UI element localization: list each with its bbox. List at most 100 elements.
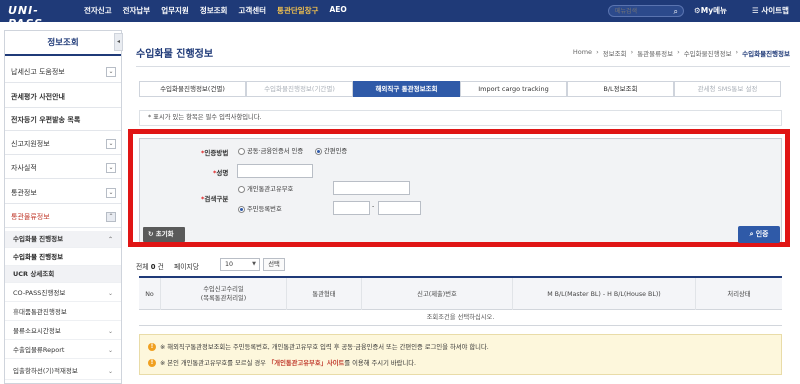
breadcrumb-home[interactable]: Home [573, 48, 592, 58]
warning-text: ※ 본인 개인통관고유부호를 모르실 경우 [160, 360, 268, 367]
search-option-label: 개인통관고유부호 [247, 186, 294, 193]
search-option-resident-number[interactable]: 주민등록번호 [238, 204, 282, 213]
per-page-label: 페이지당 [174, 263, 200, 271]
name-input[interactable] [237, 164, 313, 178]
sidebar-sub-copass[interactable]: CO-PASS진행정보 ⌄ [5, 285, 121, 302]
auth-option-certificate[interactable]: 공동·금융인증서 인증 [238, 146, 303, 155]
radio-customs-code[interactable] [238, 185, 245, 193]
refresh-icon: ↻ [148, 230, 156, 238]
sidebar-item-declaration-support[interactable]: 신고지원정보 ⌄ [5, 133, 121, 155]
search-icon[interactable]: ⌕ [674, 7, 678, 17]
col-status: 처리상태 [727, 290, 751, 298]
sidebar-collapse-button[interactable]: ◂ [114, 33, 123, 51]
sidebar-sub-import-cargo[interactable]: 수입화물 진행정보 ⌃ [5, 231, 121, 248]
tab-import-by-period[interactable]: 수입화물진행정보(기간별) [246, 81, 353, 97]
sidebar-sub-carry-on[interactable]: 휴대품통관진행정보 [5, 304, 121, 321]
sidebar-item-logistics-info[interactable]: 통관물류정보 ⌃ [5, 206, 121, 228]
tab-import-by-case[interactable]: 수입화물진행정보(건별) [139, 81, 246, 97]
warning-line: ! ※ 본인 개인통관고유부호를 모르실 경우 「개인통관고유부호」사이트를 이용… [148, 358, 416, 367]
sidebar-item-clearance-info[interactable]: 통관정보 ⌄ [5, 182, 121, 204]
customs-code-input[interactable] [333, 181, 410, 195]
my-menu-link[interactable]: ⚙My메뉴 [694, 5, 727, 16]
warning-box: ! ※ 해외직구통관정보조회는 주민등록번호, 개인통관고유부호 입력 후 공동·… [139, 334, 782, 375]
search-type-label-text: 검색구분 [204, 195, 229, 203]
total-number: 0 [150, 263, 156, 271]
chevron-down-icon[interactable]: ⌄ [106, 67, 116, 77]
sidebar-item-company-performance[interactable]: 자사실적 ⌄ [5, 157, 121, 179]
sidebar-item-label: 전자등기 우편발송 목록 [11, 116, 81, 124]
resident-number-back-input[interactable] [378, 201, 421, 215]
chevron-down-icon[interactable]: ⌄ [106, 163, 116, 173]
warning-icon: ! [148, 359, 156, 367]
sidebar-sub-port-loading[interactable]: 입출항하선(기)적재정보 ⌄ [5, 363, 121, 380]
menu-search-input[interactable] [615, 7, 669, 16]
nav-single-window[interactable]: 통관단일창구 [277, 5, 318, 16]
sidebar-sub-label: CO-PASS진행정보 [13, 289, 66, 297]
sidebar-item-customs-valuation[interactable]: 관세평가 사전안내 [5, 86, 121, 108]
nav-work-support[interactable]: 업무지원 [161, 5, 189, 16]
radio-resident-number[interactable] [238, 205, 245, 213]
name-label: *성명 [213, 169, 229, 177]
sidebar-sub-label: 수출입물류Report [13, 346, 65, 354]
search-type-label: *검색구분 [201, 195, 229, 203]
chevron-down-icon[interactable]: ⌄ [106, 139, 116, 149]
search-option-customs-code[interactable]: 개인통관고유부호 [238, 184, 293, 193]
sidebar-item-tax-help[interactable]: 납세신고 도움정보 ⌄ [5, 61, 121, 83]
sidebar-item-registered-mail[interactable]: 전자등기 우편발송 목록 [5, 109, 121, 131]
breadcrumb-item[interactable]: 수입화물진행정보 [684, 48, 732, 58]
tab-import-cargo-tracking[interactable]: Import cargo tracking [460, 81, 567, 97]
reset-button[interactable]: ↻ 초기화 [143, 227, 185, 242]
sidebar-title: 정보조회 [5, 31, 121, 56]
chevron-down-icon: ▼ [252, 261, 256, 267]
sidebar-sub-logistics-time[interactable]: 물류소요시간정보 ⌄ [5, 323, 121, 340]
per-page-select[interactable]: 10 ▼ [220, 258, 260, 271]
reset-label: 초기화 [155, 230, 174, 238]
sitemap-link[interactable]: ☰ 사이트맵 [752, 5, 789, 16]
chevron-down-icon: ⌄ [107, 328, 113, 335]
warning-text: 를 이용해 주시기 바랍니다. [344, 360, 417, 367]
sidebar-sub-label: 휴대품통관진행정보 [13, 308, 67, 316]
nav-e-payment[interactable]: 전자납부 [123, 5, 151, 16]
sidebar-item-label: 신고지원정보 [11, 140, 50, 148]
auth-method-label: *인증방법 [201, 149, 229, 157]
radio-simple-auth[interactable] [315, 147, 322, 155]
breadcrumb-item[interactable]: 통관물류정보 [637, 48, 673, 58]
auth-button[interactable]: ⌕ 인증 [738, 226, 780, 243]
chevron-up-icon[interactable]: ⌃ [106, 212, 116, 222]
breadcrumb-separator: › [735, 48, 739, 56]
sidebar-sub-label: UCR 상세조회 [13, 270, 55, 278]
nav-e-declaration[interactable]: 전자신고 [84, 5, 112, 16]
nav-aeo[interactable]: AEO [329, 5, 346, 16]
chevron-down-icon[interactable]: ⌄ [106, 188, 116, 198]
total-count: 전체 0 건 [136, 261, 164, 271]
resident-number-separator: - [372, 203, 375, 210]
unipass-logo[interactable]: UNI-PASS [8, 4, 66, 30]
nav-customer-center[interactable]: 고객센터 [238, 5, 266, 16]
menu-icon: ☰ [752, 6, 762, 15]
total-unit: 건 [157, 263, 164, 271]
radio-certificate[interactable] [238, 147, 245, 155]
resident-number-front-input[interactable] [333, 201, 370, 215]
table-header: No 수입신고수리일 (목록통관처리일) 통관형태 신고(제출)번호 M B/L… [139, 278, 782, 310]
col-no: No [139, 278, 161, 310]
chevron-down-icon: ⌄ [107, 347, 113, 354]
sidebar-sub-report[interactable]: 수출입물류Report ⌄ [5, 342, 121, 359]
warning-line: ! ※ 해외직구통관정보조회는 주민등록번호, 개인통관고유부호 입력 후 공동·… [148, 342, 489, 351]
my-menu-label: My메뉴 [700, 6, 727, 15]
nav-info-inquiry[interactable]: 정보조회 [200, 5, 228, 16]
tab-overseas-direct-purchase[interactable]: 해외직구 통관정보조회 [353, 81, 460, 97]
auth-method-label-text: 인증방법 [204, 149, 229, 157]
breadcrumb-item[interactable]: 정보조회 [603, 48, 627, 58]
auth-option-simple[interactable]: 간편인증 [315, 146, 347, 155]
sidebar-sub-ucr[interactable]: UCR 상세조회 [5, 266, 121, 283]
sidebar-sub-label: 수입화물 진행정보 [13, 235, 64, 243]
sidebar-sub-import-cargo-current[interactable]: 수입화물 진행정보 [5, 249, 121, 266]
page-title: 수입화물 진행정보 [136, 49, 214, 60]
tab-bl-inquiry[interactable]: B/L정보조회 [567, 81, 674, 97]
select-button[interactable]: 선택 [263, 258, 285, 271]
results-table: No 수입신고수리일 (목록통관처리일) 통관형태 신고(제출)번호 M B/L… [139, 276, 782, 326]
customs-code-site-link[interactable]: 「개인통관고유부호」사이트 [268, 360, 344, 367]
tab-sms-settings[interactable]: 관세청 SMS통보 설정 [674, 81, 781, 97]
breadcrumb-separator: › [630, 48, 634, 56]
breadcrumb: Home › 정보조회 › 통관물류정보 › 수입화물진행정보 › 수입화물진행정보 [573, 48, 790, 58]
